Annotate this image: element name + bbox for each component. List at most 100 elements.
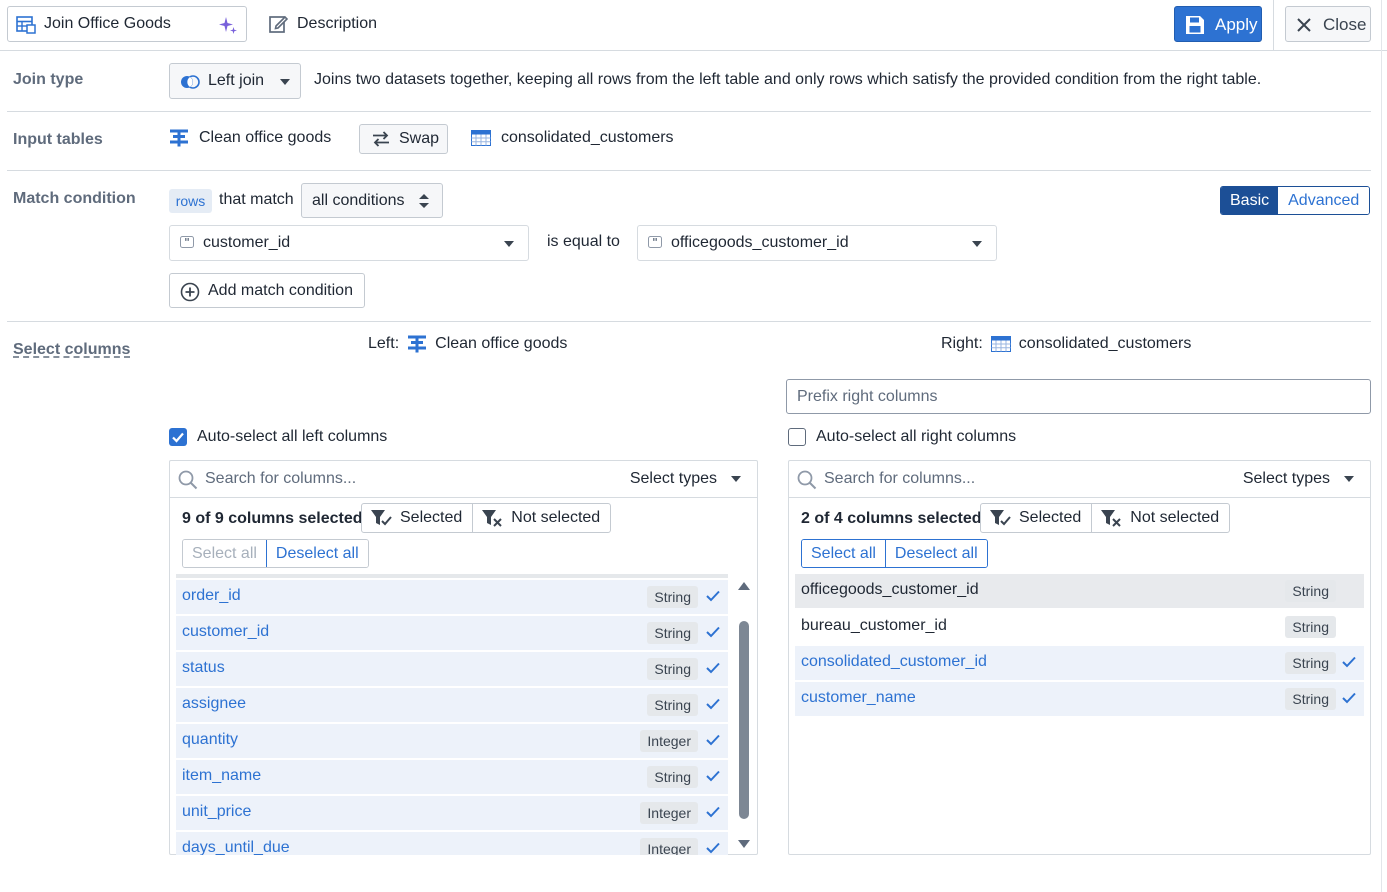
close-icon: [1297, 18, 1311, 32]
left-table-name: Clean office goods: [199, 129, 332, 146]
close-button[interactable]: Close: [1285, 6, 1371, 42]
ai-sparkle-icon[interactable]: [218, 14, 238, 36]
left-column-select[interactable]: " customer_id: [169, 225, 529, 261]
filter-not-selected-button[interactable]: Not selected: [472, 504, 610, 532]
divider: [7, 111, 1371, 112]
close-label: Close: [1323, 15, 1367, 34]
column-row[interactable]: customer_name String: [795, 682, 1364, 716]
apply-label: Apply: [1215, 15, 1258, 34]
tab-advanced[interactable]: Advanced: [1278, 187, 1370, 214]
condition-mode-select[interactable]: all conditions: [301, 183, 443, 218]
search-icon: [178, 470, 198, 490]
filter-not-selected-label: Not selected: [511, 509, 601, 526]
left-columns-count: 9 of 9 columns selected: [182, 510, 363, 527]
column-name: bureau_customer_id: [801, 617, 947, 634]
auto-select-right-checkbox[interactable]: Auto-select all right columns: [788, 428, 1016, 446]
left-prefix-label: Left:: [368, 335, 400, 352]
column-name: order_id: [182, 587, 241, 604]
select-all-button[interactable]: Select all: [802, 540, 885, 567]
table-join-icon: [16, 16, 36, 34]
join-type-select[interactable]: Left join: [169, 63, 301, 99]
filter-selected-button[interactable]: Selected: [362, 504, 472, 532]
transform-title-field[interactable]: Join Office Goods: [7, 6, 247, 42]
checkmark-icon: [706, 770, 720, 782]
match-condition-label: Match condition: [13, 190, 136, 207]
pipeline-dataset-icon: [169, 129, 189, 147]
column-row[interactable]: status String: [176, 652, 728, 686]
search-icon: [797, 470, 817, 490]
list-top-shadow: [176, 574, 728, 578]
column-type-tag: Integer: [640, 838, 698, 855]
column-row[interactable]: order_id String: [176, 580, 728, 614]
deselect-all-button[interactable]: Deselect all: [265, 540, 368, 567]
right-column-select[interactable]: " officegoods_customer_id: [637, 225, 997, 261]
left-list-scrollbar[interactable]: [736, 577, 752, 853]
checkmark-icon: [706, 698, 720, 710]
edit-icon: [268, 14, 288, 34]
right-column-search-bar: Select types: [789, 461, 1370, 498]
apply-button[interactable]: Apply: [1174, 6, 1262, 42]
auto-select-left-checkbox[interactable]: Auto-select all left columns: [169, 428, 387, 446]
right-columns-panel: Select types 2 of 4 columns selected Sel…: [788, 460, 1371, 855]
condition-editor-toggle: Basic Advanced: [1220, 186, 1371, 215]
operator-text: is equal to: [547, 233, 620, 250]
divider: [7, 321, 1371, 322]
column-row[interactable]: quantity Integer: [176, 724, 728, 758]
right-select-types[interactable]: Select types: [1243, 470, 1330, 488]
column-row[interactable]: unit_price Integer: [176, 796, 728, 830]
prefix-right-columns-field[interactable]: [787, 380, 1370, 413]
left-column-search-input[interactable]: [205, 467, 585, 491]
column-name: consolidated_customer_id: [801, 653, 987, 670]
caret-down-icon: [280, 79, 290, 85]
left-column-search-bar: Select types: [170, 461, 757, 498]
column-row[interactable]: days_until_due Integer: [176, 832, 728, 855]
deselect-all-button[interactable]: Deselect all: [884, 540, 987, 567]
checkmark-icon: [706, 734, 720, 746]
add-match-condition-label: Add match condition: [208, 282, 353, 299]
filter-check-icon: [370, 509, 392, 527]
column-row[interactable]: customer_id String: [176, 616, 728, 650]
checkbox-unchecked-icon[interactable]: [788, 428, 806, 446]
select-all-button[interactable]: Select all: [183, 540, 266, 567]
top-bar: Join Office Goods Description Apply Clos…: [0, 0, 1387, 51]
filter-selected-button[interactable]: Selected: [981, 504, 1091, 532]
checkmark-icon: [706, 626, 720, 638]
divider: [1273, 0, 1274, 51]
right-input-table: consolidated_customers: [471, 129, 674, 147]
caret-down-icon[interactable]: [731, 476, 741, 482]
left-select-types[interactable]: Select types: [630, 470, 717, 488]
select-columns-label: Select columns: [13, 341, 131, 358]
double-caret-icon: [419, 193, 429, 209]
filter-check-icon: [989, 509, 1011, 527]
add-match-condition-button[interactable]: Add match condition: [169, 273, 365, 308]
input-tables-label: Input tables: [13, 131, 103, 148]
table-icon: [990, 336, 1011, 352]
save-icon: [1185, 15, 1205, 35]
right-side-table: consolidated_customers: [1018, 335, 1192, 352]
swap-button[interactable]: Swap: [359, 124, 448, 154]
column-row[interactable]: consolidated_customer_id String: [795, 646, 1364, 680]
left-columns-panel: Select types 9 of 9 columns selected Sel…: [169, 460, 758, 855]
description-button[interactable]: Description: [268, 14, 377, 34]
swap-label: Swap: [399, 130, 440, 147]
join-type-description: Joins two datasets together, keeping all…: [314, 71, 1262, 88]
column-row[interactable]: item_name String: [176, 760, 728, 794]
right-column-search-input[interactable]: [824, 467, 1204, 491]
checkbox-checked-icon[interactable]: [169, 428, 187, 446]
caret-down-icon[interactable]: [1344, 476, 1354, 482]
left-column-value: customer_id: [203, 234, 291, 251]
column-type-tag: String: [647, 766, 698, 788]
filter-not-selected-button[interactable]: Not selected: [1091, 504, 1229, 532]
condition-mode-value: all conditions: [312, 192, 405, 209]
column-row[interactable]: officegoods_customer_id String: [795, 574, 1364, 608]
checkmark-icon: [706, 806, 720, 818]
tab-basic[interactable]: Basic: [1221, 187, 1279, 214]
checkmark-icon: [706, 842, 720, 854]
column-name: assignee: [182, 695, 247, 712]
caret-down-icon: [504, 241, 514, 247]
join-type-label: Join type: [13, 71, 84, 88]
column-row[interactable]: bureau_customer_id String: [795, 610, 1364, 644]
auto-select-right-label: Auto-select all right columns: [816, 428, 1017, 445]
prefix-right-columns-input[interactable]: [786, 379, 1371, 414]
column-row[interactable]: assignee String: [176, 688, 728, 722]
